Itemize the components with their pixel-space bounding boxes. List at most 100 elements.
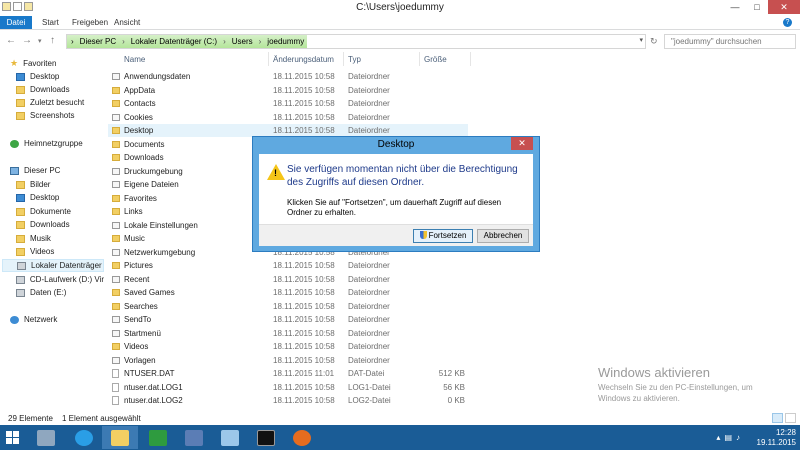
downloads-icon — [16, 85, 25, 94]
taskbar-cmd[interactable] — [248, 426, 284, 449]
column-name[interactable]: Name — [124, 55, 145, 64]
cancel-button[interactable]: Abbrechen — [477, 229, 529, 243]
folder-link-icon — [112, 73, 120, 80]
sidebar-item-downloads-pc[interactable]: Downloads — [16, 218, 70, 231]
address-bar[interactable]: › Dieser PC › Lokaler Datenträger (C:) ›… — [66, 34, 646, 49]
maximize-button[interactable]: □ — [746, 0, 768, 14]
file-name: Netzwerkumgebung — [124, 247, 196, 257]
folder-icon — [112, 154, 120, 161]
table-row[interactable]: ntuser.dat.LOG2 18.11.2015 10:58 LOG2-Date… — [108, 394, 468, 407]
folder-icon — [112, 140, 120, 148]
table-row[interactable]: Videos 18.11.2015 10:58 Dateiordner — [108, 340, 468, 353]
file-explorer-icon — [111, 429, 129, 446]
sidebar-item-daten[interactable]: Daten (E:) — [16, 286, 66, 299]
sidebar-item-desktop[interactable]: Desktop — [16, 70, 59, 83]
column-type[interactable]: Typ — [348, 55, 361, 64]
tab-start[interactable]: Start — [34, 16, 67, 29]
network-icon — [10, 315, 19, 324]
file-type: Dateiordner — [348, 301, 390, 311]
sidebar-item-screenshots[interactable]: Screenshots — [16, 109, 74, 122]
back-arrow-icon[interactable]: ← — [6, 35, 16, 46]
dialog-title: Desktop — [377, 139, 415, 150]
sidebar-item-musik[interactable]: Musik — [16, 232, 51, 245]
column-divider — [343, 52, 344, 66]
recent-chevron-icon[interactable]: ▾ — [38, 37, 42, 45]
table-row[interactable]: Startmenü 18.11.2015 10:58 Dateiordner — [108, 327, 468, 340]
table-row[interactable]: Pictures 18.11.2015 10:58 Dateiordner — [108, 259, 468, 272]
title-bar: C:\Users\joedummy — □ ✕ — [0, 0, 800, 16]
taskbar-app-manager[interactable] — [28, 426, 64, 449]
help-icon[interactable]: ? — [783, 18, 792, 27]
continue-button[interactable]: Fortsetzen — [413, 229, 473, 243]
folder-link-icon — [112, 248, 120, 256]
file-date: 18.11.2015 10:58 — [273, 99, 335, 108]
dialog-close-button[interactable]: ✕ — [511, 137, 533, 150]
status-bar: 29 Elemente 1 Element ausgewählt — [0, 412, 800, 425]
taskbar-file-explorer[interactable] — [102, 426, 138, 449]
breadcrumb-drive-c[interactable]: Lokaler Datenträger (C:) — [131, 36, 217, 47]
cd-drive-icon — [16, 275, 25, 284]
table-row[interactable]: Searches 18.11.2015 10:58 Dateiordner — [108, 300, 468, 313]
chevron-down-icon[interactable]: ▾ — [639, 36, 643, 44]
table-row[interactable]: Cookies 18.11.2015 10:58 Dateiordner — [108, 111, 468, 124]
activation-watermark: Windows aktivieren Wechseln Sie zu den P… — [598, 365, 778, 404]
taskbar-firefox[interactable] — [284, 426, 320, 449]
desktop-icon — [16, 72, 25, 81]
table-row[interactable]: ntuser.dat.LOG1 18.11.2015 10:58 LOG1-Date… — [108, 381, 468, 394]
breadcrumb-dieser-pc[interactable]: Dieser PC — [80, 36, 116, 47]
file-icon — [112, 396, 119, 405]
refresh-icon[interactable]: ↻ — [650, 36, 658, 47]
tab-datei[interactable]: Datei — [0, 16, 32, 29]
taskbar-store[interactable] — [140, 426, 176, 449]
windows-start-icon[interactable] — [6, 431, 20, 444]
minimize-button[interactable]: — — [724, 0, 746, 14]
details-view-icon[interactable] — [772, 413, 783, 423]
taskbar-internet-explorer[interactable] — [66, 426, 102, 449]
network-status-icon[interactable]: ▤ — [724, 433, 732, 442]
sidebar-item-dokumente[interactable]: Dokumente — [16, 205, 71, 218]
sidebar-item-local-disk[interactable]: Lokaler Datenträger — [2, 259, 104, 272]
column-size[interactable]: Größe — [424, 55, 447, 64]
folder-link-icon — [112, 221, 120, 229]
table-row[interactable]: NTUSER.DAT 18.11.2015 11:01 DAT-Datei 512 K… — [108, 367, 468, 380]
table-row[interactable]: Contacts 18.11.2015 10:58 Dateiordner — [108, 97, 468, 110]
sidebar-item-desktop-pc[interactable]: Desktop — [16, 191, 59, 204]
table-row[interactable]: Vorlagen 18.11.2015 10:58 Dateiordner — [108, 354, 468, 367]
table-row[interactable]: Anwendungsdaten 18.11.2015 10:58 Dateiordn… — [108, 70, 468, 83]
table-row[interactable]: SendTo 18.11.2015 10:58 Dateiordner — [108, 313, 468, 326]
breadcrumb-users[interactable]: Users — [232, 36, 253, 47]
close-button[interactable]: ✕ — [768, 0, 800, 14]
forward-arrow-icon[interactable]: → — [22, 35, 32, 46]
file-date: 18.11.2015 10:58 — [273, 342, 335, 351]
file-name: AppData — [124, 85, 156, 95]
taskbar-remote-desktop[interactable] — [212, 426, 248, 449]
sidebar-item-favoriten[interactable]: ★ Favoriten — [10, 57, 56, 70]
sidebar-item-recent[interactable]: Zuletzt besucht — [16, 96, 84, 109]
store-icon — [149, 429, 167, 446]
table-row[interactable]: Recent 18.11.2015 10:58 Dateiordner — [108, 273, 468, 286]
clock[interactable]: 12:28 19.11.2015 — [757, 428, 796, 448]
volume-icon[interactable]: ♪ — [736, 433, 740, 442]
sidebar-item-homegroup[interactable]: Heimnetzgruppe — [10, 137, 83, 150]
breadcrumb-joedummy[interactable]: joedummy — [267, 36, 304, 47]
watermark-text: Wechseln Sie zu den PC-Einstellungen, um… — [598, 383, 753, 403]
file-date: 18.11.2015 10:58 — [273, 315, 335, 324]
table-row[interactable]: Saved Games 18.11.2015 10:58 Dateiordner — [108, 286, 468, 299]
file-name: Links — [124, 207, 143, 216]
sidebar-item-videos[interactable]: Videos — [16, 245, 54, 258]
search-input[interactable] — [664, 34, 796, 49]
file-name: Lokale Einstellungen — [124, 220, 198, 230]
sidebar-item-bilder[interactable]: Bilder — [16, 178, 50, 191]
tab-ansicht[interactable]: Ansicht — [106, 16, 148, 29]
sidebar-item-this-pc[interactable]: Dieser PC — [10, 164, 60, 177]
table-row[interactable]: AppData 18.11.2015 10:58 Dateiordner — [108, 84, 468, 97]
column-divider — [268, 52, 269, 66]
sidebar-item-cd-drive[interactable]: CD-Laufwerk (D:) Vir — [16, 273, 104, 286]
large-icons-view-icon[interactable] — [785, 413, 796, 423]
up-arrow-icon[interactable]: ↑ — [50, 35, 55, 46]
tray-chevron-icon[interactable]: ▴ — [716, 433, 720, 442]
taskbar-network-app[interactable] — [176, 426, 212, 449]
column-date[interactable]: Änderungsdatum — [273, 55, 334, 64]
sidebar-item-network[interactable]: Netzwerk — [10, 313, 57, 326]
sidebar-item-downloads[interactable]: Downloads — [16, 83, 70, 96]
